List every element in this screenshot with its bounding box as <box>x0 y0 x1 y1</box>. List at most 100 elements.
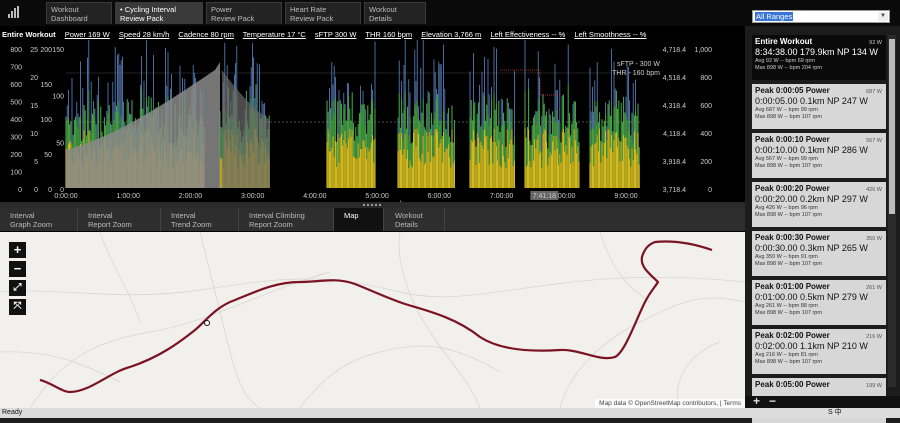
range-card[interactable]: Entire Workout 92 W 8:34:38.00 179.9km NP … <box>752 35 886 80</box>
tab-label: Interval <box>10 211 35 220</box>
range-card-avg-row: Avg 687 W -- bpm 99 rpm <box>755 107 818 113</box>
x-tick-label: 6:00:00 <box>428 193 451 200</box>
range-card-avg-row: Avg 92 W -- bpm 69 rpm <box>755 58 815 64</box>
range-card[interactable]: Peak 0:00:30 Power 350 W 0:00:30.00 0.3km … <box>752 231 886 276</box>
y-tick-label: 4,118.4 <box>663 131 686 138</box>
tab-heart-rate-review[interactable]: Heart Rate Review Pack <box>285 2 361 24</box>
tab-map[interactable]: Map <box>334 208 384 231</box>
range-card-max-row: Max 898 W -- bpm 107 rpm <box>755 359 822 365</box>
range-card-max-row: Max 898 W -- bpm 107 rpm <box>755 261 822 267</box>
range-card-avg-row: Avg 567 W -- bpm 99 rpm <box>755 156 818 162</box>
range-card[interactable]: Peak 0:00:05 Power 687 W 0:00:05.00 0.1km … <box>752 84 886 129</box>
tab-label: Workout <box>395 211 423 220</box>
tab-interval-graph-zoom[interactable]: Interval Graph Zoom <box>0 208 78 231</box>
splitter-grip-icon <box>363 204 381 206</box>
range-card-summary: 8:34:38.00 179.9km NP 134 W <box>755 47 878 57</box>
tab-workout-details[interactable]: Workout Details <box>364 2 426 24</box>
main-panel: Entire Workout Power 169 W Speed 28 km/h… <box>0 26 745 408</box>
reference-label: sFTP - 300 W <box>617 61 660 68</box>
range-card-avg: 199 W <box>866 383 882 389</box>
tab-interval-trend-zoom[interactable]: Interval Trend Zoom <box>161 208 239 231</box>
tab-label: Workout <box>51 5 79 14</box>
y-tick-label: 300 <box>10 135 22 142</box>
chevron-down-icon[interactable]: ▼ <box>878 12 888 21</box>
status-text: Ready <box>2 409 23 416</box>
ime-indicator[interactable]: S 中 <box>828 408 842 418</box>
stat-elevation[interactable]: Elevation 3,766 m <box>421 30 481 39</box>
add-range-button[interactable]: + <box>753 394 760 408</box>
map-roads <box>0 232 745 408</box>
fullscreen-icon[interactable]: ⤧ <box>9 299 26 315</box>
stat-cadence[interactable]: Cadence 80 rpm <box>178 30 233 39</box>
y-tick-label: 150 <box>52 47 64 54</box>
range-card-summary: 0:01:00.00 0.5km NP 279 W <box>755 292 868 302</box>
fit-route-icon[interactable]: ⤢ <box>9 280 26 296</box>
heart-rate-trace <box>500 69 560 96</box>
tab-label: Dashboard <box>51 14 88 23</box>
y-tick-label: 200 <box>10 152 22 159</box>
x-tick-label: 1:00:00 <box>117 193 140 200</box>
signal-bars-icon[interactable] <box>8 6 22 18</box>
range-card-summary: 0:02:00.00 1.1km NP 210 W <box>755 341 868 351</box>
range-card-avg: 261 W <box>866 285 882 291</box>
stat-left-effectiveness[interactable]: Left Effectiveness -- % <box>490 30 565 39</box>
range-card-summary: 0:00:10.00 0.1km NP 286 W <box>755 145 868 155</box>
remove-range-button[interactable]: − <box>769 394 776 408</box>
stat-left-smoothness[interactable]: Left Smoothness -- % <box>574 30 646 39</box>
tab-interval-climbing-report[interactable]: Interval Climbing Report Zoom <box>239 208 334 231</box>
zoom-in-button[interactable]: + <box>9 242 26 258</box>
range-card-avg-row: Avg 216 W -- bpm 81 rpm <box>755 352 818 358</box>
range-card[interactable]: Peak 0:00:20 Power 426 W 0:00:20.00 0.2km … <box>752 182 886 227</box>
tab-label: Interval <box>171 211 196 220</box>
range-card-summary: 0:00:05.00 0.1km NP 247 W <box>755 96 868 106</box>
stat-speed[interactable]: Speed 28 km/h <box>119 30 169 39</box>
map-attribution[interactable]: Map data © OpenStreetMap contributors, |… <box>595 399 745 408</box>
y-tick-label: 600 <box>10 82 22 89</box>
range-sidebar: All Ranges ▼ Entire Workout 92 W 8:34:38.00… <box>745 10 900 423</box>
tab-power-review[interactable]: Power Review Pack <box>206 2 282 24</box>
range-card[interactable]: Peak 0:02:00 Power 216 W 0:02:00.00 1.1km … <box>752 329 886 374</box>
tab-label: Heart Rate <box>290 5 327 14</box>
zoom-out-button[interactable]: − <box>9 261 26 277</box>
range-select-value: All Ranges <box>755 12 794 21</box>
range-card-title: Peak 0:00:30 Power <box>755 233 830 242</box>
tab-label: Details <box>369 14 392 23</box>
route-map[interactable]: + − ⤢ ⤧ Map data © OpenStreetMap contrib… <box>0 232 745 408</box>
tab-interval-report-zoom[interactable]: Interval Report Zoom <box>78 208 161 231</box>
stat-temperature[interactable]: Temperature 17 °C <box>243 30 306 39</box>
map-canvas[interactable] <box>0 232 745 408</box>
range-card-title: Peak 0:00:20 Power <box>755 184 830 193</box>
sidebar-scrollbar[interactable] <box>888 35 896 387</box>
workout-chart[interactable]: 8007006005004003002001000252015105020015… <box>0 40 745 205</box>
y-tick-label: 4,518.4 <box>663 75 686 82</box>
range-card-max-row: Max 898 W -- bpm 107 rpm <box>755 310 822 316</box>
y-tick-label: 10 <box>30 131 38 138</box>
tab-label: Map <box>344 211 359 220</box>
route-line <box>39 240 713 394</box>
range-card-max-row: Max 898 W -- bpm 107 rpm <box>755 163 822 169</box>
tab-label: Graph Zoom <box>10 220 53 229</box>
tab-workout-dashboard[interactable]: Workout Dashboard <box>46 2 112 24</box>
y-tick-label: 50 <box>44 152 52 159</box>
range-card[interactable]: Peak 0:00:10 Power 567 W 0:00:10.00 0.1km … <box>752 133 886 178</box>
tab-cycling-interval-review[interactable]: • Cycling Interval Review Pack <box>115 2 203 24</box>
stat-thr[interactable]: THR 160 bpm <box>365 30 412 39</box>
range-card-title: Peak 0:05:00 Power <box>755 380 830 389</box>
range-card[interactable]: Peak 0:01:00 Power 261 W 0:01:00.00 0.5km … <box>752 280 886 325</box>
tab-workout-details-bottom[interactable]: Workout Details <box>385 208 445 231</box>
stat-power[interactable]: Power 169 W <box>65 30 110 39</box>
y-tick-label: 100 <box>40 117 52 124</box>
cursor-time-label: 7:41:18 <box>533 193 556 200</box>
scrollbar-thumb[interactable] <box>889 39 895 214</box>
y-tick-label: 400 <box>10 117 22 124</box>
stat-sftp[interactable]: sFTP 300 W <box>315 30 357 39</box>
range-card-avg: 426 W <box>866 187 882 193</box>
tab-label: Workout <box>369 5 397 14</box>
range-card-title: Peak 0:02:00 Power <box>755 331 830 340</box>
range-card-title: Peak 0:01:00 Power <box>755 282 830 291</box>
sidebar-footer: + − <box>745 394 900 408</box>
range-select[interactable]: All Ranges ▼ <box>752 10 890 23</box>
y-tick-label: 100 <box>10 170 22 177</box>
y-tick-label: 5 <box>34 159 38 166</box>
y-tick-label: 25 <box>30 47 38 54</box>
